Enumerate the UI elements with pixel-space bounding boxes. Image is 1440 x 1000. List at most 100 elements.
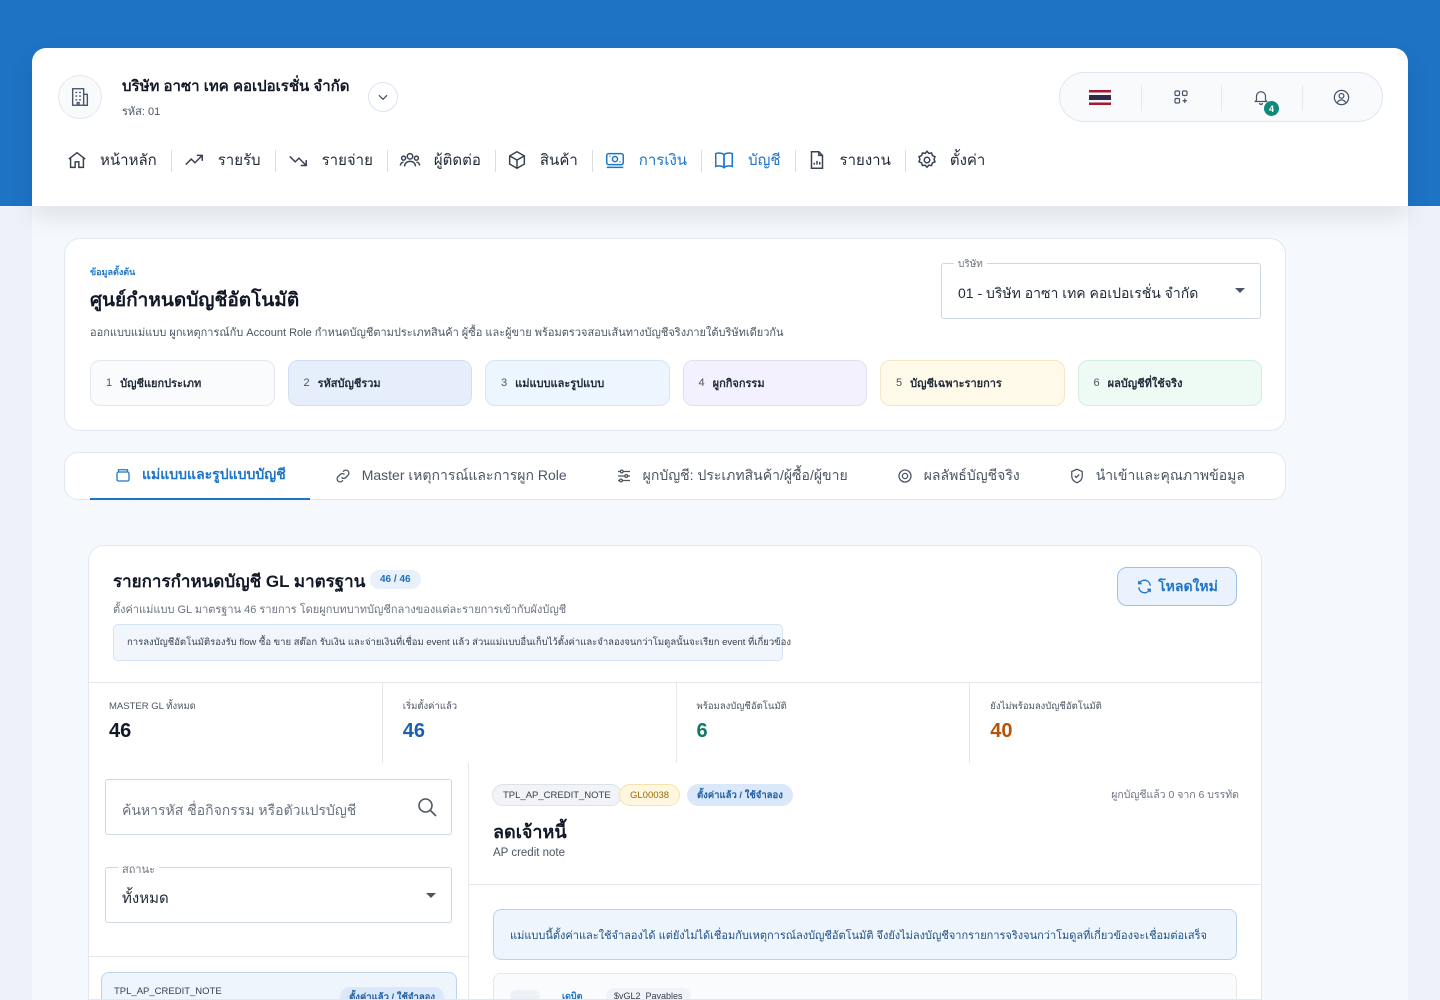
tab-actual-results[interactable]: ผลลัพธ์บัญชีจริง <box>872 453 1044 500</box>
dropdown-arrow-icon <box>1235 288 1245 293</box>
building-icon <box>58 75 102 119</box>
gl-code-chip: GL00038 <box>619 784 681 806</box>
tab-label: ผูกบัญชี: ประเภทสินค้า/ผู้ซื้อ/ผู้ขาย <box>642 467 848 483</box>
tab-account-binding[interactable]: ผูกบัญชี: ประเภทสินค้า/ผู้ซื้อ/ผู้ขาย <box>591 453 872 500</box>
nav-contacts[interactable]: ผู้ติดต่อ <box>386 142 496 178</box>
template-title: ลดเจ้าหนี้ <box>493 822 567 842</box>
line-variable: $vGL2_Payables <box>606 988 691 999</box>
step-number: 6 <box>1093 377 1100 389</box>
company-select-label: บริษัท <box>954 257 987 272</box>
nav-accounting[interactable]: บัญชี <box>701 142 795 178</box>
tab-master-events[interactable]: Master เหตุการณ์และการผูก Role <box>310 453 591 500</box>
stat-label: ยังไม่พร้อมลงบัญชีอัตโนมัติ <box>990 701 1102 712</box>
nav-products[interactable]: สินค้า <box>494 142 593 178</box>
nav-products-label: สินค้า <box>539 152 578 169</box>
folder-icon <box>114 466 132 484</box>
step-label: ผูกกิจกรรม <box>712 378 765 390</box>
panel-title: รายการกำหนดบัญชี GL มาตรฐาน <box>113 572 366 591</box>
trend-down-icon <box>286 149 310 171</box>
template-list-pane: ค้นหารหัส ชื่อกิจกรรม หรือตัวแปรบัญชี สถ… <box>89 763 469 999</box>
shield-icon <box>1068 467 1086 485</box>
template-code-chip: TPL_AP_CREDIT_NOTE <box>492 784 622 806</box>
stat-configured: เริ่มตั้งค่าแล้ว 46 <box>383 683 677 763</box>
notification-badge: 4 <box>1264 101 1279 116</box>
stat-label: พร้อมลงบัญชีอัตโนมัติ <box>696 701 787 712</box>
step-templates[interactable]: 3 แม่แบบและรูปแบบ <box>485 360 670 406</box>
search-placeholder: ค้นหารหัส ชื่อกิจกรรม หรือตัวแปรบัญชี <box>122 802 357 818</box>
step-label: รหัสบัญชีรวม <box>317 378 381 390</box>
status-select-label: สถานะ <box>118 860 159 878</box>
nav-expense-label: รายจ่าย <box>321 152 373 169</box>
list-item[interactable]: TPL_AP_CREDIT_NOTE ตั้งค่าแล้ว / ใช้จำลอ… <box>101 972 457 999</box>
nav-contacts-label: ผู้ติดต่อ <box>433 152 481 169</box>
trend-up-icon <box>182 149 206 171</box>
header-toolbar: 4 <box>1059 72 1383 122</box>
sliders-icon <box>615 467 633 485</box>
stats-row: MASTER GL ทั้งหมด 46 เริ่มตั้งค่าแล้ว 46… <box>89 682 1261 763</box>
gl-template-panel: รายการกำหนดบัญชี GL มาตรฐาน 46 / 46 ตั้ง… <box>88 545 1262 1000</box>
setup-description: ออกแบบแม่แบบ ผูกเหตุการณ์กับ Account Rol… <box>90 327 784 339</box>
nav-settings-label: ตั้งค่า <box>949 152 986 169</box>
money-icon <box>603 149 627 171</box>
chevron-down-icon[interactable] <box>368 82 398 112</box>
company-select[interactable]: บริษัท 01 - บริษัท อาซา เทค คอเปอเรชั่น … <box>941 257 1261 319</box>
setup-eyebrow: ข้อมูลตั้งต้น <box>90 267 136 277</box>
status-badge: ตั้งค่าแล้ว / ใช้จำลอง <box>687 784 793 806</box>
step-label: ผลบัญชีที่ใช้จริง <box>1107 378 1183 390</box>
count-badge: 46 / 46 <box>370 570 421 589</box>
tab-import-quality[interactable]: นำเข้าและคุณภาพข้อมูล <box>1044 453 1269 500</box>
tab-label: ผลลัพธ์บัญชีจริง <box>923 467 1020 483</box>
tab-label: นำเข้าและคุณภาพข้อมูล <box>1095 467 1245 483</box>
stat-value: 46 <box>402 720 425 742</box>
divider <box>469 884 1261 885</box>
main-nav: หน้าหลัก รายรับ รายจ่าย ผู้ติดต่อ สินค้า… <box>56 142 1000 178</box>
step-number: 1 <box>106 377 113 389</box>
step-specific-accounts[interactable]: 5 บัญชีเฉพาะรายการ <box>880 360 1065 406</box>
step-label: บัญชีเฉพาะรายการ <box>910 378 1002 390</box>
contacts-icon <box>398 149 422 171</box>
company-code: รหัส: 01 <box>122 106 161 118</box>
profile-button[interactable] <box>1301 73 1383 121</box>
tab-templates[interactable]: แม่แบบและรูปแบบบัญชี <box>90 453 310 500</box>
company-name: บริษัท อาซา เทค คอเปอเรชั่น จำกัด <box>122 78 350 95</box>
notifications-button[interactable]: 4 <box>1221 73 1302 121</box>
stat-value: 40 <box>990 720 1013 742</box>
nav-income-label: รายรับ <box>217 152 261 169</box>
nav-finance[interactable]: การเงิน <box>591 142 702 178</box>
reload-button[interactable]: โหลดใหม่ <box>1117 567 1237 606</box>
gear-icon <box>916 149 938 171</box>
reload-label: โหลดใหม่ <box>1158 577 1218 594</box>
step-actual-results[interactable]: 6 ผลบัญชีที่ใช้จริง <box>1077 360 1262 406</box>
search-input[interactable]: ค้นหารหัส ชื่อกิจกรรม หรือตัวแปรบัญชี <box>105 779 452 835</box>
nav-home[interactable]: หน้าหลัก <box>56 142 172 178</box>
company-switcher[interactable]: บริษัท อาซา เทค คอเปอเรชั่น จำกัด รหัส: … <box>58 75 410 119</box>
nav-finance-label: การเงิน <box>638 152 688 169</box>
panel-subtitle: ตั้งค่าแม่แบบ GL มาตรฐาน 46 รายการ โดยผู… <box>113 604 567 616</box>
nav-expense[interactable]: รายจ่าย <box>274 142 388 178</box>
nav-reports-label: รายงาน <box>839 152 891 169</box>
stat-not-ready: ยังไม่พร้อมลงบัญชีอัตโนมัติ 40 <box>970 683 1261 763</box>
list-item-code: TPL_AP_CREDIT_NOTE <box>114 986 222 997</box>
apps-icon <box>1174 90 1188 104</box>
language-button[interactable] <box>1060 73 1141 121</box>
stat-value: 6 <box>696 720 708 742</box>
apps-button[interactable] <box>1140 73 1222 121</box>
nav-income[interactable]: รายรับ <box>170 142 276 178</box>
report-icon <box>806 149 828 171</box>
template-info-box: แม่แบบนี้ตั้งค่าและใช้จำลองได้ แต่ยังไม่… <box>493 909 1237 960</box>
template-subtitle: AP credit note <box>493 847 566 859</box>
tab-label: แม่แบบและรูปแบบบัญชี <box>142 466 286 482</box>
setup-steps: 1 บัญชีแยกประเภท 2 รหัสบัญชีรวม 3 แม่แบบและ… <box>90 360 1262 406</box>
nav-settings[interactable]: ตั้งค่า <box>904 142 1001 178</box>
nav-reports[interactable]: รายงาน <box>794 142 906 178</box>
template-detail-pane: TPL_AP_CREDIT_NOTE GL00038 ตั้งค่าแล้ว /… <box>469 763 1261 999</box>
step-account-codes[interactable]: 2 รหัสบัญชีรวม <box>287 360 472 406</box>
step-gl-accounts[interactable]: 1 บัญชีแยกประเภท <box>90 360 275 406</box>
step-activity-binding[interactable]: 4 ผูกกิจกรรม <box>682 360 867 406</box>
box-icon <box>506 149 528 171</box>
company-select-value: 01 - บริษัท อาซา เทค คอเปอเรชั่น จำกัด <box>958 285 1199 301</box>
status-select[interactable]: สถานะ ทั้งหมด <box>105 860 452 923</box>
target-icon <box>896 467 914 485</box>
journal-line-row[interactable]: เดบิต $vGL2_Payables <box>493 973 1237 999</box>
stat-label: เริ่มตั้งค่าแล้ว <box>402 701 458 712</box>
